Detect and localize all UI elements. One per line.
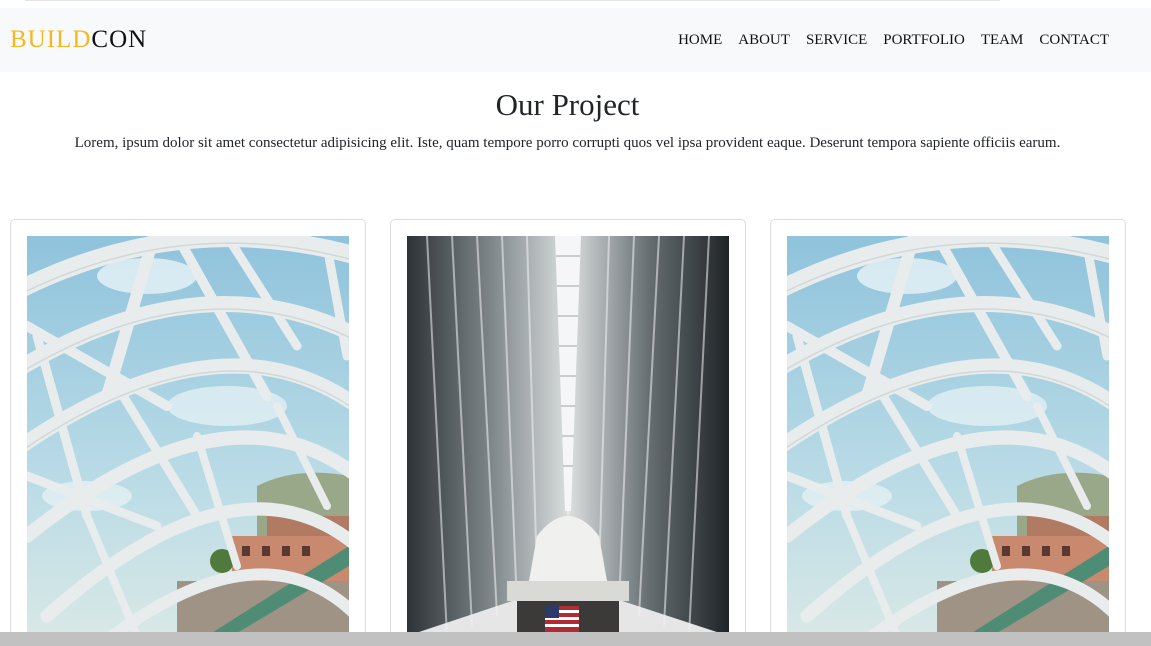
brand-part-build: BUILD (10, 26, 92, 53)
nav-contact[interactable]: CONTACT (1031, 31, 1117, 49)
horizontal-scrollbar[interactable] (0, 632, 1151, 646)
top-divider (25, 0, 1000, 1)
navbar: BUILDCON HOME ABOUT SERVICE PORTFOLIO TE… (0, 8, 1151, 72)
nav-team[interactable]: TEAM (973, 31, 1032, 49)
nav-about[interactable]: ABOUT (730, 31, 798, 49)
section-subtitle: Lorem, ipsum dolor sit amet consectetur … (74, 135, 1061, 151)
nav-portfolio[interactable]: PORTFOLIO (875, 31, 973, 49)
brand-part-con: CON (91, 26, 148, 53)
project-image-bridge[interactable] (27, 236, 349, 636)
brand-logo[interactable]: BUILDCON (10, 25, 147, 55)
project-image-bridge[interactable] (787, 236, 1109, 636)
section-title: Our Project (495, 87, 640, 122)
project-image-oculus[interactable] (407, 236, 729, 636)
project-card[interactable] (10, 219, 366, 646)
nav-home[interactable]: HOME (670, 31, 730, 49)
nav-service[interactable]: SERVICE (798, 31, 875, 49)
project-card[interactable] (770, 219, 1126, 646)
nav-menu: HOME ABOUT SERVICE PORTFOLIO TEAM CONTAC… (670, 31, 1117, 49)
project-card[interactable] (390, 219, 746, 646)
